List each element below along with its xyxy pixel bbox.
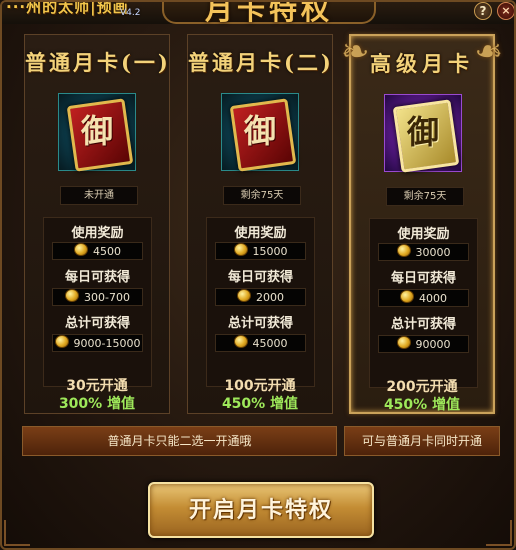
rewards-box: 使用奖励 15000 每日可获得 2000 总计可获得 45000: [206, 217, 315, 387]
reward-label-daily: 每日可获得: [64, 270, 130, 285]
card-price: 200元开通: [386, 379, 458, 395]
coin-icon: [396, 336, 411, 349]
card-art-glyph: 御: [80, 112, 113, 150]
card-boost: 300% 增值: [58, 396, 136, 412]
reward-label-total: 总计可获得: [227, 316, 293, 331]
reward-value-daily: 300-700: [52, 288, 143, 306]
premium-card-note: 可与普通月卡同时开通: [344, 426, 500, 456]
help-button[interactable]: ?: [474, 2, 492, 20]
coin-icon: [237, 289, 251, 302]
reward-value-text: 2000: [256, 291, 284, 304]
coin-icon: [400, 290, 414, 303]
top-left-banner-text: ···州的太师|预画: [6, 0, 129, 16]
card-boost: 450% 增值: [383, 397, 461, 413]
reward-value-total: 45000: [215, 334, 306, 352]
reward-value-total: 9000-15000: [52, 334, 143, 352]
reward-value-use: 4500: [52, 242, 143, 260]
card-title: 高级月卡: [370, 51, 474, 76]
reward-value-text: 9000-15000: [73, 337, 141, 350]
open-month-card-button[interactable]: 开启月卡特权: [148, 482, 374, 538]
reward-value-text: 4500: [93, 245, 121, 258]
card-normal-1[interactable]: 普通月卡(一) 御 未开通 使用奖励 4500 每日可获得 300-700 总计…: [24, 34, 170, 414]
coin-icon: [233, 243, 248, 256]
reward-value-text: 300-700: [84, 291, 130, 304]
month-card-panel: ···州的太师|预画 V4.2 月卡特权 ? × 普通月卡(一) 御 未开通 使…: [0, 0, 516, 550]
reward-label-use: 使用奖励: [397, 227, 450, 242]
card-art-image: 御: [384, 94, 462, 173]
card-normal-2[interactable]: 普通月卡(二) 御 剩余75天 使用奖励 15000 每日可获得 2000 总计…: [187, 34, 333, 414]
reward-value-daily: 2000: [215, 288, 306, 306]
coin-icon: [65, 289, 80, 302]
rewards-box: 使用奖励 30000 每日可获得 4000 总计可获得 90000: [369, 218, 478, 388]
close-button[interactable]: ×: [497, 2, 514, 20]
reward-label-total: 总计可获得: [64, 316, 130, 331]
reward-value-use: 30000: [378, 243, 469, 261]
reward-value-text: 45000: [252, 337, 288, 350]
card-status: 未开通: [60, 186, 138, 205]
card-art-glyph: 御: [243, 112, 276, 150]
reward-value-total: 90000: [378, 335, 469, 353]
reward-value-text: 30000: [415, 246, 451, 259]
reward-value-use: 15000: [215, 242, 306, 260]
top-left-sub-text: V4.2: [120, 8, 141, 18]
card-premium[interactable]: ❧ ❧ 高级月卡 御 剩余75天 使用奖励 30000 每日可获得 4000 总…: [341, 32, 503, 414]
card-price: 100元开通: [224, 378, 296, 394]
card-art-glyph: 御: [406, 113, 439, 151]
reward-label-use: 使用奖励: [234, 226, 287, 241]
reward-value-daily: 4000: [378, 289, 469, 307]
reward-label-total: 总计可获得: [390, 317, 456, 332]
title-banner: 月卡特权: [162, 2, 376, 26]
coin-icon: [396, 244, 411, 257]
rewards-box: 使用奖励 4500 每日可获得 300-700 总计可获得 9000-15000: [43, 217, 152, 387]
coin-icon: [54, 335, 69, 348]
card-status: 剩余75天: [223, 186, 301, 205]
normal-card-note: 普通月卡只能二选一开通哦: [22, 426, 337, 456]
card-art-image: 御: [221, 93, 299, 172]
card-title: 普通月卡(一): [25, 50, 171, 75]
corner-ornament: [486, 520, 512, 546]
reward-label-daily: 每日可获得: [227, 270, 293, 285]
reward-label-use: 使用奖励: [71, 226, 124, 241]
reward-value-text: 4000: [419, 292, 447, 305]
card-title: 普通月卡(二): [188, 50, 334, 75]
coin-icon: [233, 335, 248, 348]
corner-ornament: [4, 520, 30, 546]
card-status: 剩余75天: [386, 187, 464, 206]
reward-value-text: 15000: [252, 245, 288, 258]
card-price: 30元开通: [66, 378, 128, 394]
card-art-image: 御: [58, 93, 136, 172]
page-title: 月卡特权: [204, 0, 333, 26]
card-boost: 450% 增值: [221, 396, 299, 412]
reward-label-daily: 每日可获得: [390, 271, 456, 286]
reward-value-text: 90000: [415, 338, 451, 351]
coin-icon: [74, 243, 88, 256]
